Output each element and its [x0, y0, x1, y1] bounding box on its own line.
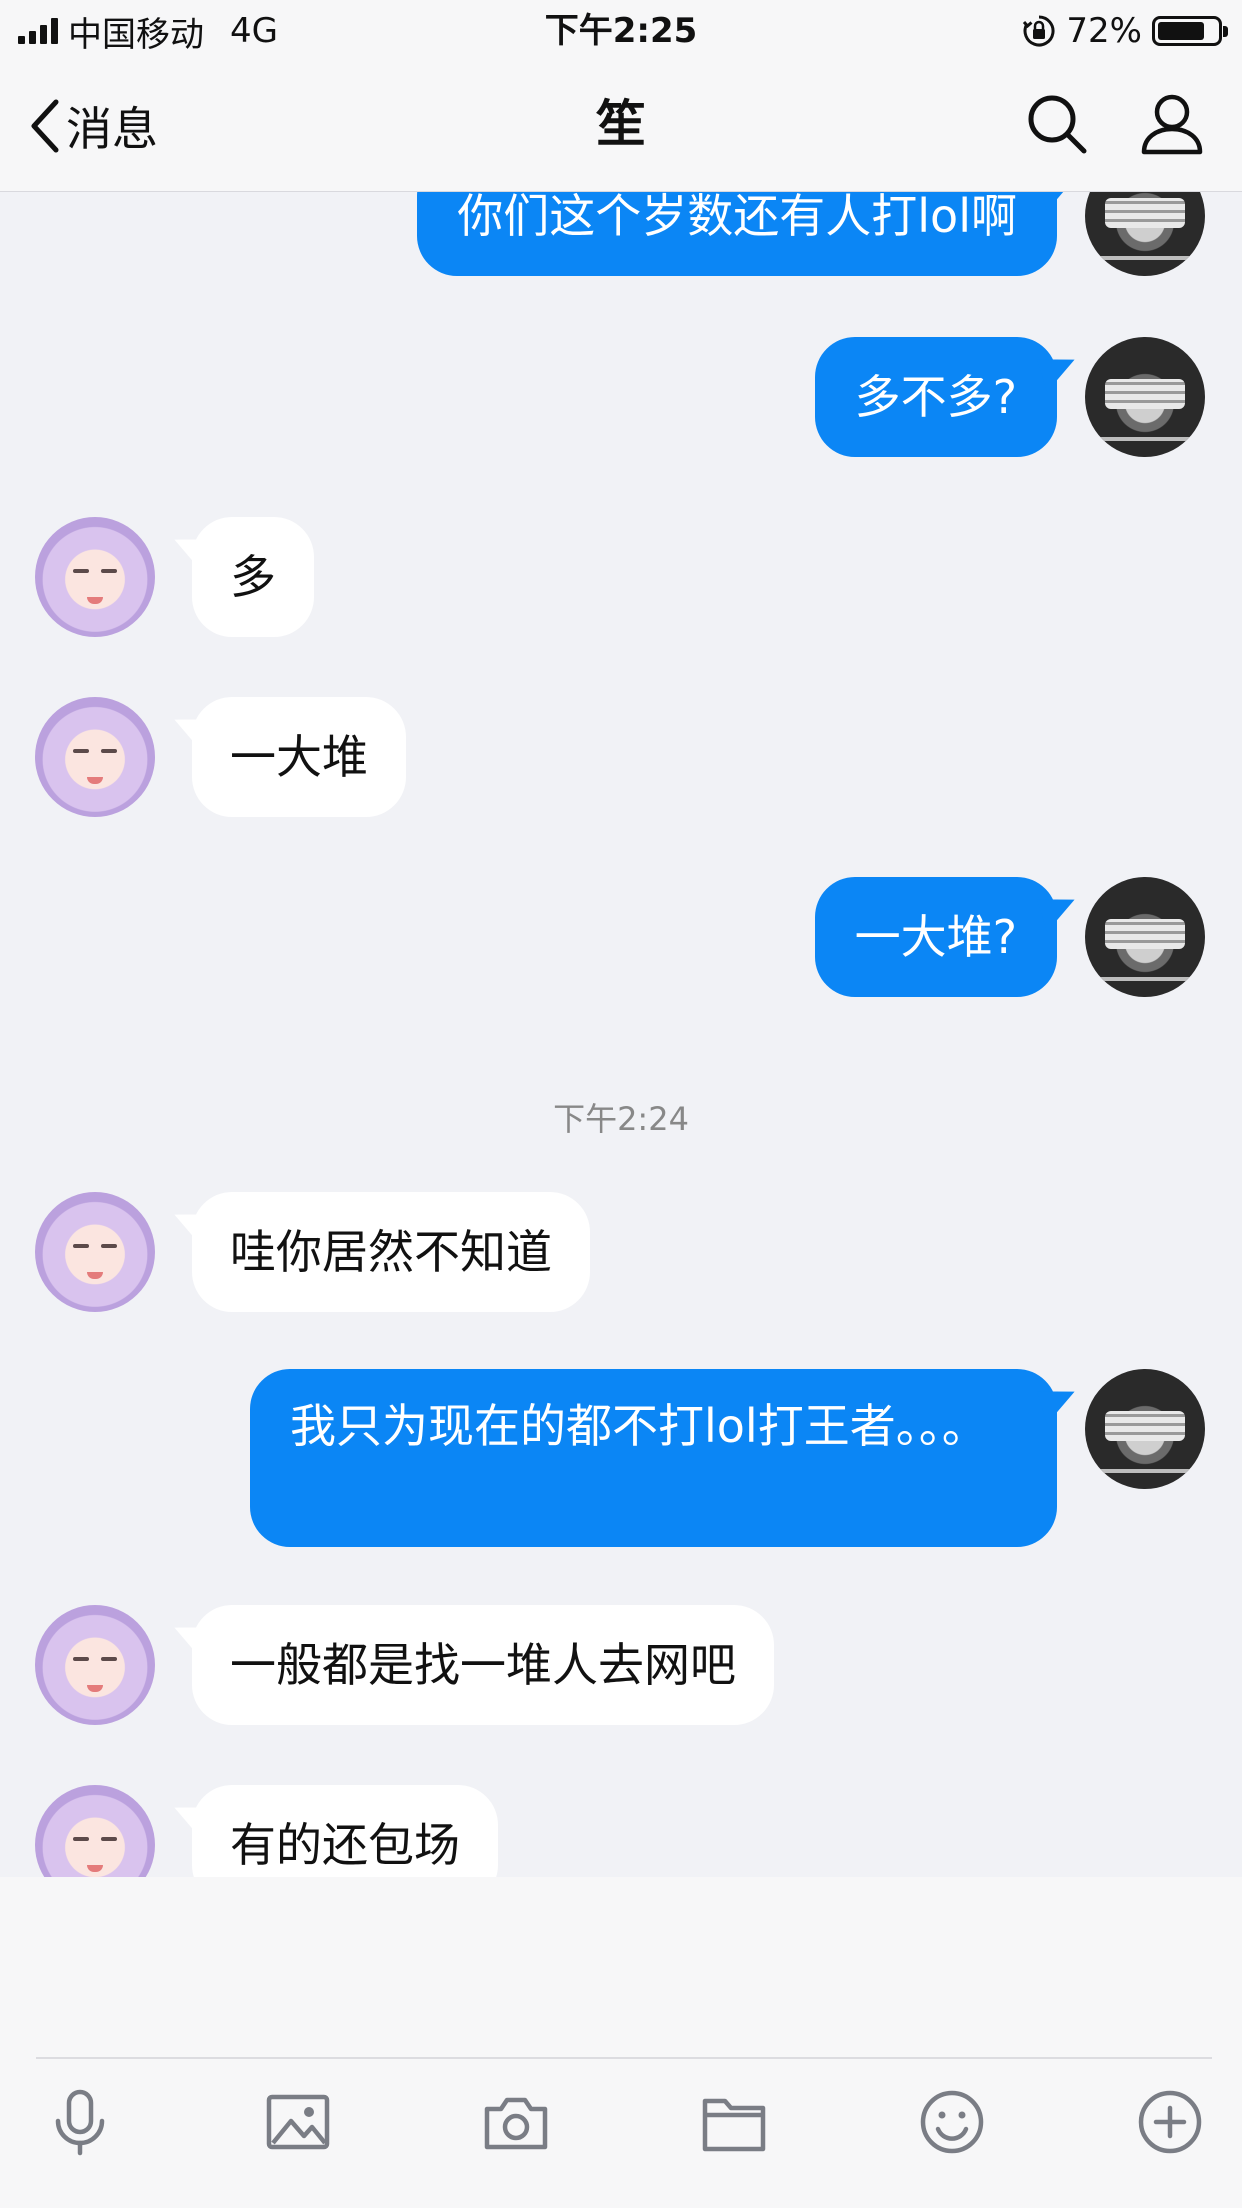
- message-text: 有的还包场: [230, 1818, 460, 1872]
- photo-button[interactable]: [263, 2087, 333, 2157]
- chat-area[interactable]: 你们这个岁数还有人打lol啊 多不多? 多 一大堆 一大堆? 下午2:24 哇你…: [0, 192, 1242, 1877]
- my-avatar[interactable]: [1085, 192, 1205, 276]
- image-icon: [266, 2094, 330, 2150]
- more-button[interactable]: [1135, 2087, 1205, 2157]
- outgoing-message[interactable]: 我只为现在的都不打lol打王者。。。: [250, 1369, 1057, 1547]
- message-text: 你们这个岁数还有人打lol啊: [457, 192, 1017, 243]
- outgoing-message[interactable]: 你们这个岁数还有人打lol啊: [417, 192, 1057, 276]
- profile-button[interactable]: [1140, 92, 1204, 156]
- contact-avatar[interactable]: [35, 1785, 155, 1877]
- message-text: 多不多?: [854, 370, 1017, 424]
- incoming-message[interactable]: 一大堆: [192, 697, 406, 817]
- nav-bar: 消息 笙: [0, 62, 1242, 192]
- outgoing-message[interactable]: 多不多?: [814, 337, 1057, 457]
- message-text: 一大堆: [230, 730, 368, 784]
- message-text: 哇你居然不知道: [230, 1225, 552, 1279]
- message-text: 一般都是找一堆人去网吧: [230, 1638, 736, 1692]
- incoming-message[interactable]: 一般都是找一堆人去网吧: [192, 1605, 774, 1725]
- contact-avatar[interactable]: [35, 1192, 155, 1312]
- microphone-icon: [55, 2089, 105, 2156]
- incoming-message[interactable]: 多: [192, 517, 314, 637]
- incoming-message[interactable]: 有的还包场: [192, 1785, 498, 1877]
- battery-icon: [1152, 16, 1228, 46]
- incoming-message[interactable]: 哇你居然不知道: [192, 1192, 590, 1312]
- message-text: 多: [230, 550, 276, 604]
- emoji-button[interactable]: [917, 2087, 987, 2157]
- message-text: 一大堆?: [854, 910, 1017, 964]
- search-icon: [1028, 95, 1087, 154]
- battery-percent: 72%: [1066, 11, 1142, 51]
- message-timestamp: 下午2:24: [553, 1100, 689, 1138]
- input-divider: [36, 2057, 1212, 2059]
- camera-icon: [484, 2097, 548, 2150]
- user-icon: [1141, 94, 1203, 155]
- contact-avatar[interactable]: [35, 697, 155, 817]
- contact-avatar[interactable]: [35, 1605, 155, 1725]
- camera-button[interactable]: [481, 2087, 551, 2157]
- message-text: 我只为现在的都不打lol打王者。。。: [290, 1399, 988, 1453]
- emoji-icon: [920, 2090, 984, 2154]
- folder-icon: [702, 2098, 766, 2152]
- status-bar: 中国移动 4G 下午2:25 72%: [0, 0, 1242, 62]
- my-avatar[interactable]: [1085, 1369, 1205, 1489]
- orientation-lock-icon: [1023, 15, 1055, 47]
- outgoing-message[interactable]: 一大堆?: [814, 877, 1057, 997]
- plus-icon: [1138, 2090, 1202, 2154]
- input-area: [0, 1877, 1242, 2208]
- message-input[interactable]: [36, 1897, 1212, 2047]
- voice-button[interactable]: [45, 2087, 115, 2157]
- contact-avatar[interactable]: [35, 517, 155, 637]
- my-avatar[interactable]: [1085, 877, 1205, 997]
- status-right: 72%: [1022, 8, 1228, 54]
- my-avatar[interactable]: [1085, 337, 1205, 457]
- search-button[interactable]: [1025, 92, 1089, 156]
- file-button[interactable]: [699, 2087, 769, 2157]
